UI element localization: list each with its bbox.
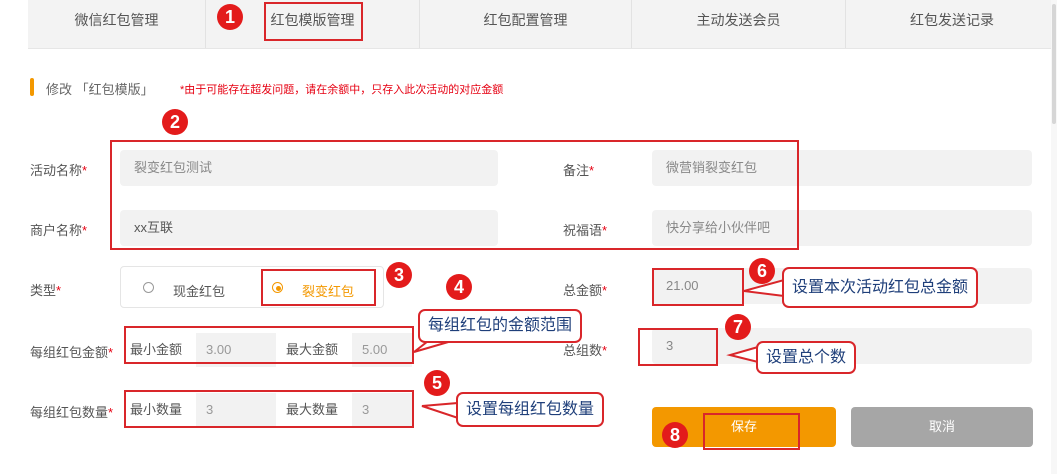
- marker-3: 3: [386, 262, 412, 288]
- callout-group-count: 设置每组红包数量: [456, 392, 605, 427]
- callout-total-groups: 设置总个数: [756, 341, 857, 374]
- arrow-total-groups: [726, 345, 759, 364]
- marker-6: 6: [749, 258, 775, 284]
- marker-2: 2: [162, 109, 188, 135]
- marker-7: 7: [725, 314, 751, 340]
- callout-total-amount: 设置本次活动红包总金额: [782, 267, 979, 308]
- marker-4: 4: [446, 274, 472, 300]
- marker-5: 5: [424, 370, 450, 396]
- marker-1: 1: [217, 4, 243, 30]
- callout-group-amount: 每组红包的金额范围: [418, 309, 583, 343]
- marker-8: 8: [662, 422, 688, 448]
- arrow-group-count: [421, 401, 459, 420]
